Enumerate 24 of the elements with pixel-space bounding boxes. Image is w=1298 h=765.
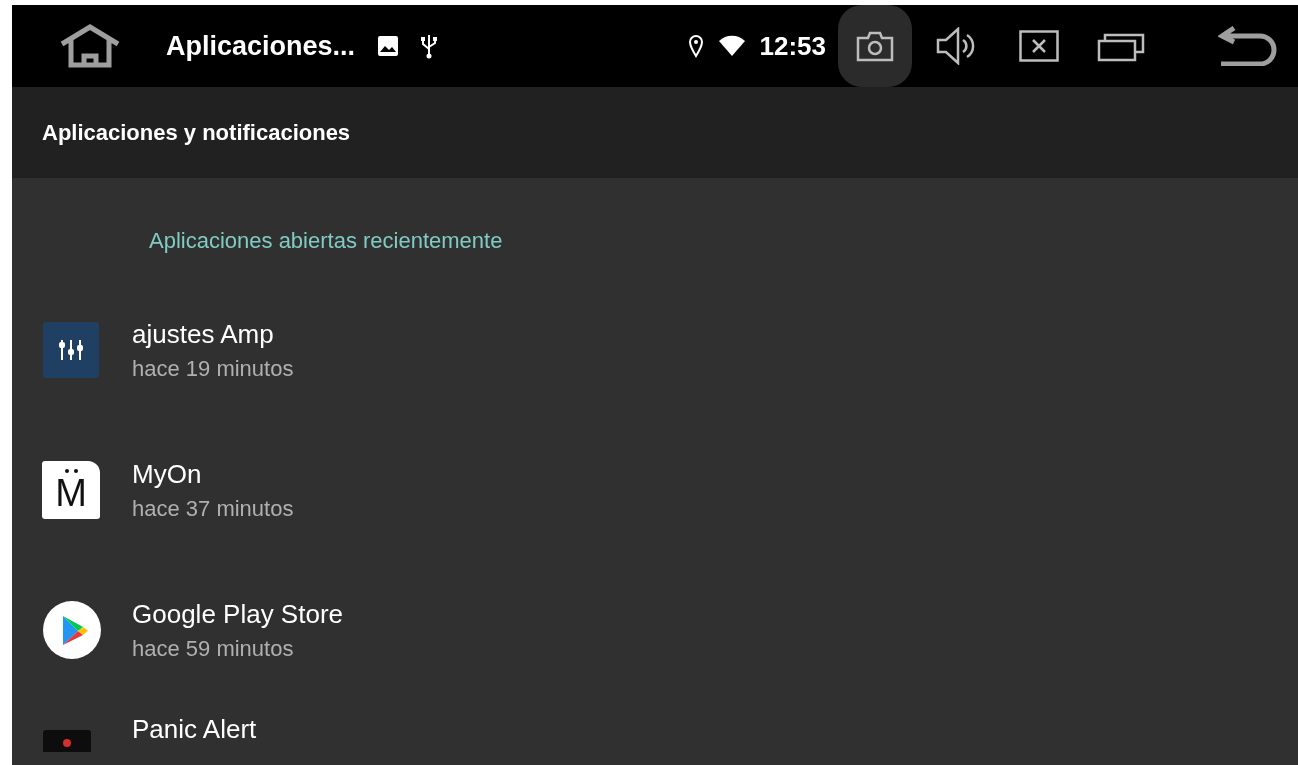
app-name[interactable]: MyOn (132, 458, 294, 490)
play-store-app-icon (42, 600, 102, 660)
app-name[interactable]: Panic Alert (132, 714, 257, 745)
image-icon (377, 35, 400, 57)
page-title: Aplicaciones y notificaciones (42, 119, 351, 146)
home-icon[interactable] (59, 24, 121, 68)
back-icon[interactable] (1218, 26, 1278, 66)
app-last-used: hace 19 minutos (132, 355, 294, 382)
app-last-used: hace 59 minutos (132, 635, 295, 662)
camera-icon (856, 30, 894, 62)
app-last-used: hace 37 minutos (132, 495, 294, 522)
app-title: Aplicaciones... (166, 30, 356, 62)
close-icon (1019, 30, 1059, 62)
camera-button[interactable] (838, 5, 912, 87)
logo-letter: M (55, 473, 87, 512)
location-pin-icon (687, 34, 704, 58)
app-name[interactable]: Google Play Store (132, 598, 343, 630)
equalizer-app-icon (42, 321, 100, 379)
alert-app-icon (42, 728, 92, 752)
section-heading: Aplicaciones abiertas recientemente (148, 227, 504, 255)
usb-icon (421, 33, 438, 59)
clock: 12:53 (759, 30, 826, 62)
app-name[interactable]: ajustes Amp (132, 318, 294, 350)
wifi-icon (717, 35, 746, 57)
